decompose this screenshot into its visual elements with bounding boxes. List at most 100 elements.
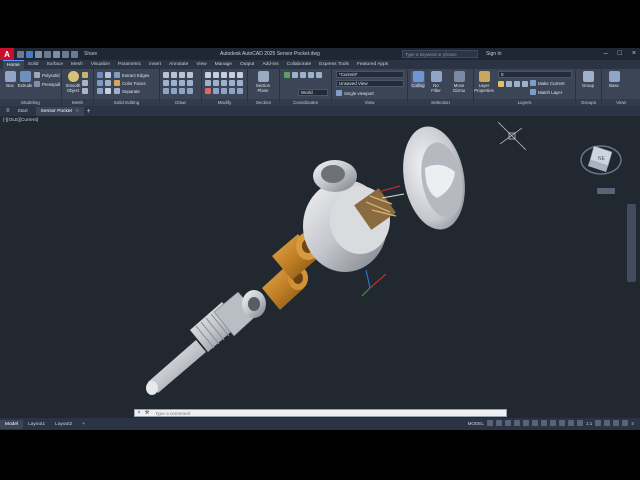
- add-layout-icon[interactable]: +: [77, 420, 90, 429]
- menu-icon[interactable]: ≡: [6, 108, 10, 114]
- redo-icon[interactable]: [71, 50, 78, 58]
- ucs-icon[interactable]: [284, 72, 290, 78]
- lineweight-icon[interactable]: [531, 420, 538, 426]
- tab-sensor-pocket[interactable]: Sensor Pocket ×: [35, 106, 84, 116]
- threaded-fitting[interactable]: [190, 290, 266, 352]
- tab-visualize[interactable]: Visualize: [87, 60, 114, 69]
- save-as-icon[interactable]: [44, 50, 51, 58]
- ucs-origin-icon[interactable]: [300, 72, 306, 78]
- line-icon[interactable]: [163, 72, 169, 78]
- mirror-icon[interactable]: [237, 72, 243, 78]
- ortho-icon[interactable]: [504, 420, 511, 426]
- navigation-bar[interactable]: [627, 204, 636, 282]
- smooth-more-icon[interactable]: [82, 88, 88, 94]
- section-plane-button[interactable]: Section Plane: [256, 71, 270, 93]
- spline-icon[interactable]: [187, 80, 193, 86]
- brass-nut[interactable]: [262, 266, 308, 310]
- subtract-icon[interactable]: [105, 72, 111, 78]
- tab-insert[interactable]: Insert: [145, 60, 165, 69]
- polar-icon[interactable]: [513, 420, 520, 426]
- ellipse-icon[interactable]: [171, 80, 177, 86]
- extract-edges-button[interactable]: Extract Edges: [114, 72, 149, 78]
- layer-on-icon[interactable]: [498, 81, 504, 87]
- 3d-osnap-icon[interactable]: [558, 420, 565, 426]
- named-view-dropdown[interactable]: Unsaved View: [336, 80, 404, 87]
- layer-dropdown[interactable]: 0: [498, 71, 572, 78]
- separate-button[interactable]: Separate: [114, 88, 140, 94]
- copy-icon[interactable]: [229, 72, 235, 78]
- tab-parametric[interactable]: Parametric: [114, 60, 145, 69]
- new-icon[interactable]: [17, 50, 24, 58]
- tab-layout2[interactable]: Layout2: [50, 420, 77, 429]
- close-icon[interactable]: ×: [632, 50, 636, 57]
- viewcube[interactable]: NE: [580, 145, 622, 194]
- isolate-objects-icon[interactable]: [604, 420, 611, 426]
- polyline-icon[interactable]: [171, 72, 177, 78]
- move-icon[interactable]: [205, 72, 211, 78]
- tab-annotate[interactable]: Annotate: [165, 60, 192, 69]
- close-tab-icon[interactable]: ×: [76, 109, 79, 114]
- viewport-config-button[interactable]: Single viewport: [336, 90, 374, 96]
- tab-add-ins[interactable]: Add-ins: [258, 60, 282, 69]
- selection-cycling-icon[interactable]: [549, 420, 556, 426]
- culling-button[interactable]: Culling: [411, 71, 425, 88]
- mesh-icon[interactable]: [82, 72, 88, 78]
- wcs-menu-button[interactable]: [597, 188, 615, 194]
- tab-manage[interactable]: Manage: [211, 60, 236, 69]
- minimize-icon[interactable]: –: [604, 50, 608, 57]
- customize-icon[interactable]: ≡: [631, 421, 634, 426]
- helix-icon[interactable]: [187, 88, 193, 94]
- hardware-acceleration-icon[interactable]: [613, 420, 620, 426]
- model-space-toggle[interactable]: MODEL: [468, 421, 484, 426]
- array-icon[interactable]: [229, 80, 235, 86]
- clean-screen-icon[interactable]: [622, 420, 629, 426]
- circle-icon[interactable]: [179, 72, 185, 78]
- tab-layout1[interactable]: Layout1: [23, 420, 50, 429]
- command-close-icon[interactable]: ×: [135, 410, 143, 416]
- box-button[interactable]: Box: [3, 71, 17, 88]
- make-current-button[interactable]: Make Current: [530, 80, 565, 86]
- housing-cap[interactable]: [395, 122, 472, 235]
- move-gizmo-button[interactable]: Move Gizmo: [452, 71, 466, 93]
- undo-icon[interactable]: [62, 50, 69, 58]
- maximize-icon[interactable]: □: [618, 50, 622, 57]
- hatch-icon[interactable]: [179, 80, 185, 86]
- panel-label-groups[interactable]: Groups: [576, 99, 601, 106]
- layer-freeze-icon[interactable]: [506, 81, 512, 87]
- 3d-rotate-icon[interactable]: [237, 88, 243, 94]
- 3d-move-icon[interactable]: [229, 88, 235, 94]
- drawing-viewport[interactable]: [-][OLE][Current] NE: [0, 116, 640, 418]
- tab-home[interactable]: Home: [3, 60, 24, 69]
- annotation-scale[interactable]: 1:1: [586, 421, 592, 426]
- osnap-icon[interactable]: [522, 420, 529, 426]
- tab-view[interactable]: View: [192, 60, 210, 69]
- stretch-icon[interactable]: [213, 80, 219, 86]
- ucs-world-icon[interactable]: [292, 72, 298, 78]
- panel-label-selection[interactable]: Selection: [408, 99, 473, 106]
- application-menu-button[interactable]: A: [0, 48, 14, 60]
- region-icon[interactable]: [171, 88, 177, 94]
- panel-label-section[interactable]: Section: [248, 99, 279, 106]
- save-icon[interactable]: [35, 50, 42, 58]
- panel-label-layers[interactable]: Layers: [474, 99, 575, 106]
- workspace-gear-icon[interactable]: [595, 420, 602, 426]
- explode-icon[interactable]: [213, 88, 219, 94]
- dynamic-ucs-icon[interactable]: [567, 420, 574, 426]
- smooth-object-button[interactable]: Smooth Object: [66, 71, 80, 93]
- panel-label-modeling[interactable]: Modeling: [0, 99, 61, 106]
- layer-properties-button[interactable]: Layer Properties: [474, 71, 494, 93]
- refine-icon[interactable]: [82, 80, 88, 86]
- transparency-icon[interactable]: [540, 420, 547, 426]
- no-filter-button[interactable]: No Filter: [429, 71, 443, 93]
- sign-in-button[interactable]: Sign In: [486, 51, 502, 57]
- point-icon[interactable]: [163, 88, 169, 94]
- match-layer-button[interactable]: Match Layer: [530, 89, 562, 95]
- ucs-view-icon[interactable]: [316, 72, 322, 78]
- ucs-dropdown[interactable]: World: [298, 89, 328, 96]
- layer-lock-icon[interactable]: [514, 81, 520, 87]
- polysolid-button[interactable]: Polysolid: [34, 72, 60, 78]
- visual-style-dropdown[interactable]: *Current*: [336, 71, 404, 78]
- scale-icon[interactable]: [221, 80, 227, 86]
- panel-label-solid-editing[interactable]: Solid Editing: [94, 99, 159, 106]
- slice-icon[interactable]: [97, 88, 103, 94]
